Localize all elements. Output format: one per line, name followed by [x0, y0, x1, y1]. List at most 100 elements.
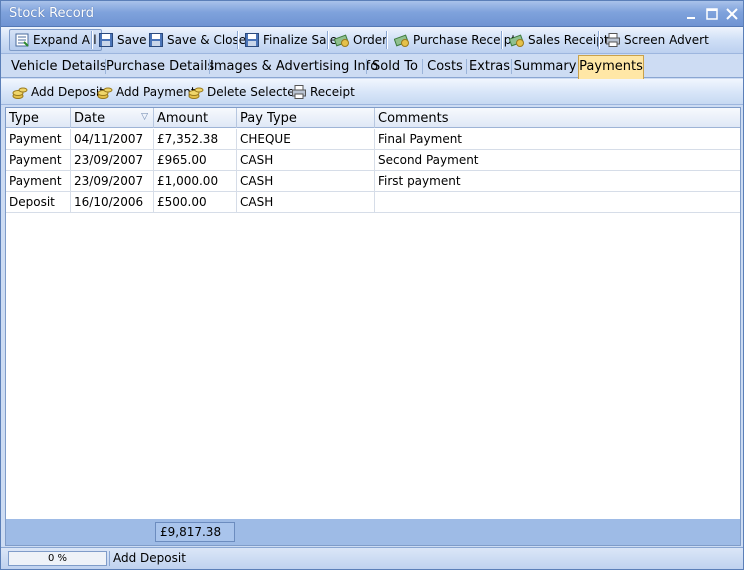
- finalize-sale-button[interactable]: Finalize Sale: [240, 29, 341, 51]
- delete-selected-button[interactable]: Delete Selected: [188, 83, 302, 101]
- stock-record-window: Stock Record Expand All Save Save & Clos…: [0, 0, 744, 570]
- column-header-label: Type: [9, 111, 39, 126]
- delete-selected-label: Delete Selected: [207, 85, 303, 99]
- cell-date: 23/09/2007: [71, 171, 154, 191]
- receipt-label: Receipt: [310, 85, 355, 99]
- toolbar-divider: [386, 31, 387, 49]
- toolbar-divider: [237, 31, 238, 49]
- table-row[interactable]: Deposit 16/10/2006 £500.00 CASH: [6, 192, 740, 213]
- expand-all-button[interactable]: Expand All: [9, 29, 102, 51]
- toolbar-divider: [598, 31, 599, 49]
- cell-date: 04/11/2007: [71, 129, 154, 149]
- add-deposit-label: Add Deposit: [31, 85, 104, 99]
- cell-pay-type: CHEQUE: [237, 129, 375, 149]
- cell-type: Deposit: [6, 192, 71, 212]
- tab-extras[interactable]: Extras: [467, 56, 512, 78]
- sales-receipt-button[interactable]: Sales Receipt: [505, 29, 613, 51]
- toolbar-divider: [91, 31, 92, 49]
- tab-vehicle-details[interactable]: Vehicle Details: [11, 56, 107, 78]
- sort-descending-icon: ▽: [141, 112, 148, 122]
- column-header-date[interactable]: Date ▽: [71, 108, 154, 128]
- coins-icon: [97, 87, 113, 99]
- tab-purchase-details[interactable]: Purchase Details: [106, 56, 214, 78]
- tab-images-advertising[interactable]: Images & Advertising Info: [210, 56, 378, 78]
- column-header-comments[interactable]: Comments: [375, 108, 740, 128]
- column-header-pay-type[interactable]: Pay Type: [237, 108, 375, 128]
- cell-pay-type: CASH: [237, 192, 375, 212]
- cell-pay-type: CASH: [237, 150, 375, 170]
- column-header-type[interactable]: Type: [6, 108, 71, 128]
- cell-comments: First payment: [378, 174, 461, 188]
- screen-advert-button[interactable]: Screen Advert: [601, 29, 713, 51]
- progress-bar: 0 %: [8, 551, 107, 566]
- tab-label: Images & Advertising Info: [210, 59, 379, 74]
- tab-summary[interactable]: Summary: [512, 56, 578, 78]
- cell-type: Payment: [6, 150, 71, 170]
- column-header-amount[interactable]: Amount: [154, 108, 237, 128]
- printer-icon: [292, 85, 306, 99]
- tab-label: Extras: [468, 59, 511, 74]
- progress-text: 0 %: [47, 553, 68, 564]
- close-icon[interactable]: [724, 6, 740, 22]
- main-toolbar: Expand All Save Save & Close Finalize Sa…: [1, 27, 743, 54]
- money-icon: [394, 34, 409, 47]
- status-message: Add Deposit: [113, 551, 186, 565]
- tab-sold-to[interactable]: Sold To: [367, 56, 423, 78]
- toolbar-divider: [501, 31, 502, 49]
- tab-bar: Vehicle Details Purchase Details Images …: [1, 54, 743, 79]
- window-title: Stock Record: [9, 6, 95, 21]
- cell-date: 23/09/2007: [71, 150, 154, 170]
- tab-label: Summary: [513, 59, 577, 74]
- tab-label: Vehicle Details: [11, 59, 107, 74]
- minimize-icon[interactable]: [684, 6, 700, 22]
- grid-footer: £9,817.38: [5, 519, 741, 546]
- tab-payments[interactable]: Payments: [578, 55, 644, 79]
- title-bar[interactable]: Stock Record: [1, 1, 743, 27]
- tab-costs[interactable]: Costs: [423, 56, 467, 78]
- cell-date: 16/10/2006: [71, 192, 154, 212]
- cell-type: Payment: [6, 129, 71, 149]
- table-row[interactable]: Payment 23/09/2007 £1,000.00 CASH First …: [6, 171, 740, 192]
- column-header-label: Date: [74, 111, 106, 126]
- maximize-icon[interactable]: [704, 6, 720, 22]
- payments-grid[interactable]: Type Date ▽ Amount Pay Type Comments Pay…: [5, 107, 741, 520]
- cell-comments: Second Payment: [378, 153, 479, 167]
- money-icon: [334, 34, 349, 47]
- cell-amount: £500.00: [154, 192, 237, 212]
- tab-label: Payments: [579, 59, 643, 74]
- table-row[interactable]: Payment 23/09/2007 £965.00 CASH Second P…: [6, 150, 740, 171]
- column-header-label: Amount: [157, 111, 209, 126]
- money-icon: [509, 34, 524, 47]
- save-button[interactable]: Save: [94, 29, 150, 51]
- column-header-label: Pay Type: [240, 111, 297, 126]
- cell-comments: Final Payment: [378, 132, 463, 146]
- floppy-disk-icon: [99, 33, 113, 47]
- order-button[interactable]: Order: [330, 29, 391, 51]
- status-bar: 0 % Add Deposit: [1, 547, 743, 569]
- cell-amount: £965.00: [154, 150, 237, 170]
- floppy-disk-icon: [245, 33, 259, 47]
- coins-icon: [12, 87, 28, 99]
- table-row[interactable]: Payment 04/11/2007 £7,352.38 CHEQUE Fina…: [6, 129, 740, 150]
- tab-label: Sold To: [372, 59, 418, 74]
- expand-all-icon: [15, 33, 29, 47]
- order-label: Order: [353, 33, 388, 47]
- add-payment-button[interactable]: Add Payment: [97, 83, 196, 101]
- column-header-label: Comments: [378, 111, 449, 126]
- receipt-button[interactable]: Receipt: [291, 83, 355, 101]
- floppy-disk-icon: [149, 33, 163, 47]
- payments-toolbar: Add Deposit Add Payment Delete Selected …: [1, 79, 743, 105]
- save-label: Save: [117, 33, 147, 47]
- screen-advert-label: Screen Advert: [624, 33, 709, 47]
- tab-label: Costs: [427, 59, 463, 74]
- sales-receipt-label: Sales Receipt: [528, 33, 609, 47]
- cell-type: Payment: [6, 171, 71, 191]
- toolbar-divider: [327, 31, 328, 49]
- save-close-button[interactable]: Save & Close: [144, 29, 250, 51]
- tab-label: Purchase Details: [106, 59, 215, 74]
- status-divider: [109, 551, 110, 566]
- add-deposit-button[interactable]: Add Deposit: [12, 83, 104, 101]
- add-payment-label: Add Payment: [116, 85, 196, 99]
- cell-pay-type: CASH: [237, 171, 375, 191]
- cell-amount: £1,000.00: [154, 171, 237, 191]
